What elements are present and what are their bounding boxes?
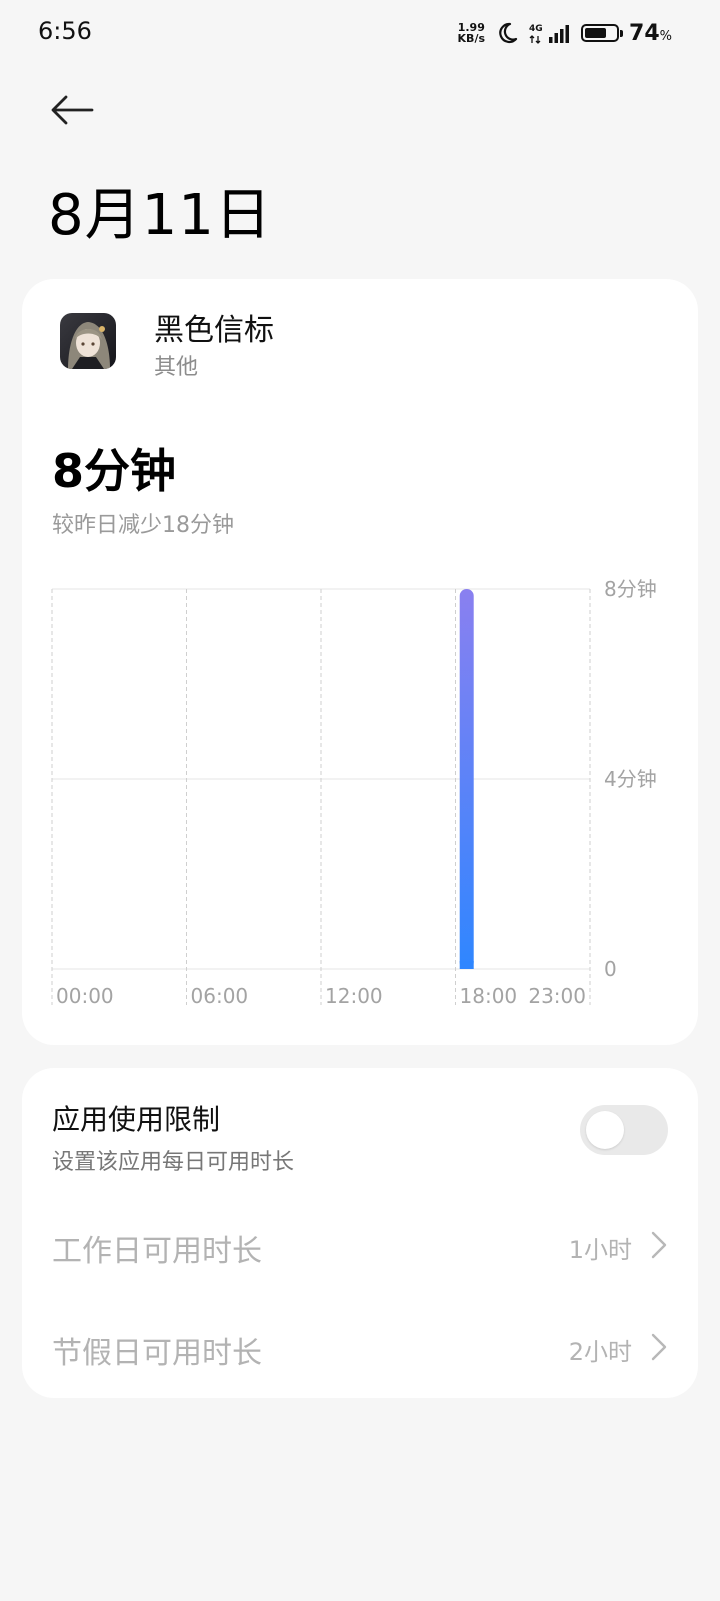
back-button[interactable] bbox=[48, 88, 96, 132]
chart-bars bbox=[459, 589, 474, 969]
battery-percent-unit: % bbox=[659, 28, 672, 44]
holiday-limit-value: 2小时 bbox=[568, 1338, 632, 1366]
chart-bar-base bbox=[459, 961, 474, 969]
chart-y-tick-label: 0 bbox=[604, 957, 617, 981]
chart-x-tick-label: 18:00 bbox=[460, 984, 518, 1008]
network-speed: 1.99 KB/s bbox=[458, 22, 485, 44]
usage-limit-toggle[interactable] bbox=[580, 1105, 668, 1155]
chevron-right-icon bbox=[651, 1231, 667, 1259]
back-arrow-icon bbox=[51, 95, 94, 125]
network-type-label: 4G bbox=[529, 24, 543, 34]
workday-limit-value: 1小时 bbox=[568, 1236, 632, 1264]
status-bar: 6:56 1.99 KB/s 4G 74% bbox=[0, 0, 720, 66]
battery-percentage: 74% bbox=[629, 21, 672, 46]
page-title: 8月11日 bbox=[48, 183, 272, 248]
chart-bar bbox=[459, 589, 474, 969]
workday-limit-label: 工作日可用时长 bbox=[52, 1234, 262, 1269]
moon-icon bbox=[499, 22, 518, 44]
limit-subtitle: 设置该应用每日可用时长 bbox=[52, 1150, 295, 1175]
network-speed-unit: KB/s bbox=[457, 32, 486, 45]
chart-x-tick-label: 06:00 bbox=[191, 984, 249, 1008]
chevron-right-icon bbox=[651, 1333, 667, 1361]
battery-percent-value: 74 bbox=[629, 20, 660, 46]
holiday-limit-label: 节假日可用时长 bbox=[52, 1336, 262, 1371]
chart-y-axis-ticks: 8分钟 4分钟 0 bbox=[604, 577, 657, 981]
workday-limit-row[interactable]: 工作日可用时长 1小时 bbox=[22, 1206, 698, 1286]
usage-chart: 00:00 06:00 12:00 18:00 23:00 8分钟 4分钟 0 bbox=[51, 577, 657, 1008]
holiday-limit-row[interactable]: 节假日可用时长 2小时 bbox=[22, 1308, 698, 1388]
usage-card: 黑色信标 其他 8分钟 较昨日减少18分钟 00:00 06:00 12:00 18:… bbox=[22, 279, 698, 1045]
limit-card: 应用使用限制 设置该应用每日可用时长 工作日可用时长 1小时 节假日可用时长 2… bbox=[22, 1068, 698, 1398]
toggle-knob bbox=[586, 1111, 624, 1149]
status-time: 6:56 bbox=[38, 17, 92, 45]
limit-title: 应用使用限制 bbox=[52, 1103, 221, 1136]
chart-x-tick-label: 00:00 bbox=[56, 984, 114, 1008]
status-icons: 1.99 KB/s 4G 74% bbox=[458, 16, 672, 50]
chart-y-tick-label: 4分钟 bbox=[604, 767, 657, 791]
chart-grid bbox=[51, 588, 591, 1005]
chart-x-tick-label: 23:00 bbox=[528, 984, 586, 1008]
chart-x-tick-label: 12:00 bbox=[325, 984, 383, 1008]
chart-y-tick-label: 8分钟 bbox=[604, 577, 657, 601]
battery-level-fill bbox=[585, 28, 607, 38]
signal-icon: 4G bbox=[529, 24, 570, 44]
battery-icon bbox=[581, 24, 624, 42]
